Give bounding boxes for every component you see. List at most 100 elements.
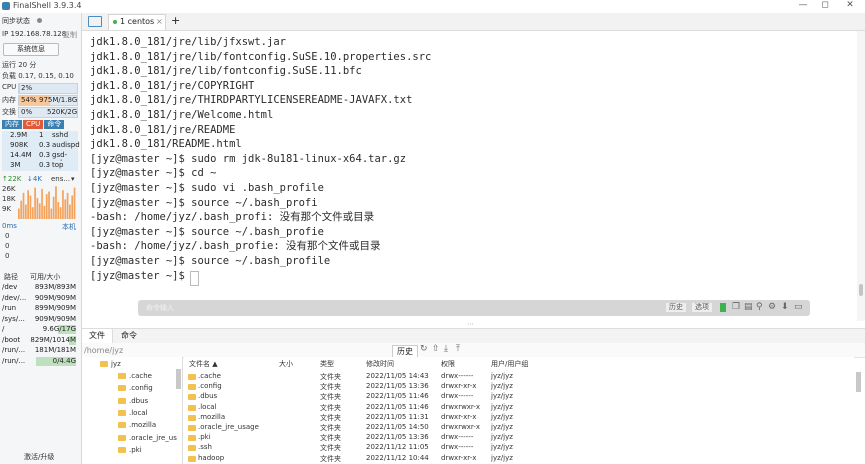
file-row[interactable]: hadoop 文件夹 2022/11/12 10:44 drwxr-xr-x jyz/j…: [184, 454, 854, 464]
process-tab-command[interactable]: 命令: [44, 120, 65, 129]
terminal-output[interactable]: jdk1.8.0_181/jre/lib/jfxswt.jar jdk1.8.0_…: [82, 31, 857, 321]
file-modified: 2022/11/05 13:36: [366, 382, 429, 391]
folder-icon: [188, 404, 196, 411]
command-options-button[interactable]: 选项: [692, 303, 712, 312]
disk-row[interactable]: /sys/... 909M/909M: [1, 315, 77, 324]
file-type: 文件夹: [320, 393, 341, 402]
search-icon[interactable]: ⚲: [756, 302, 763, 312]
tree-node[interactable]: .local: [118, 409, 148, 417]
disk-size: 9.6G/17G: [42, 325, 76, 333]
file-list-scrollbar[interactable]: [856, 372, 861, 392]
terminal-cursor: [190, 271, 199, 286]
up-directory-icon[interactable]: ⇧: [432, 344, 440, 354]
command-history-button[interactable]: 历史: [666, 303, 686, 312]
disk-row[interactable]: / 9.6G/17G: [1, 325, 77, 334]
process-row[interactable]: 14.4M0.3gsd-colo: [2, 151, 78, 167]
file-owner: jyz/jyz: [491, 443, 513, 452]
chevron-down-icon[interactable]: ▾: [71, 175, 75, 183]
column-header-permissions[interactable]: 权限: [441, 359, 455, 369]
terminal-line: [jyz@master ~]$ sudo rm jdk-8u181-linux-…: [90, 152, 407, 165]
file-permissions: drwxr-xr-x: [441, 453, 477, 462]
terminal-line: [jyz@master ~]$ source ~/.bash_profie: [90, 225, 324, 238]
file-row[interactable]: .cache 文件夹 2022/11/05 14:43 drwx------ jyz/j…: [184, 372, 854, 382]
file-row[interactable]: .mozilla 文件夹 2022/11/05 11:31 drwxr-xr-x jyz…: [184, 413, 854, 423]
disk-path: /: [2, 325, 5, 333]
system-info-button[interactable]: 系统信息: [3, 43, 59, 56]
copy-ip-link[interactable]: 复制: [63, 30, 77, 40]
disk-row[interactable]: /run 899M/909M: [1, 304, 77, 313]
tree-node[interactable]: .config: [118, 384, 153, 392]
file-permissions: drwxr-xr-x: [441, 412, 477, 421]
file-modified: 2022/11/05 11:31: [366, 412, 429, 421]
process-tab-memory[interactable]: 内存: [2, 120, 22, 129]
process-row[interactable]: 2.9M 1 sshd: [2, 131, 78, 141]
net-interface-select[interactable]: ens...: [51, 175, 70, 183]
download-icon[interactable]: ⬇: [781, 302, 789, 312]
column-header-size[interactable]: 大小: [279, 359, 293, 369]
close-window-button[interactable]: ✕: [840, 0, 860, 10]
file-row[interactable]: .local 文件夹 2022/11/05 11:46 drwxrwxr-x jyz/j…: [184, 403, 854, 413]
column-header-name[interactable]: 文件名 ▲: [189, 359, 218, 369]
file-row[interactable]: .config 文件夹 2022/11/05 13:36 drwxr-xr-x jyz/…: [184, 382, 854, 392]
file-type: 文件夹: [320, 383, 341, 392]
upload-icon[interactable]: ⤒: [456, 344, 460, 354]
add-tab-button[interactable]: +: [171, 14, 180, 27]
tree-node[interactable]: .dbus: [118, 397, 148, 405]
copy-icon[interactable]: ❐: [732, 302, 740, 312]
network-graph-bar: [57, 202, 60, 219]
tab-files[interactable]: 文件: [82, 329, 113, 343]
file-row[interactable]: .ssh 文件夹 2022/11/12 11:05 drwx------ jyz/jyz: [184, 443, 854, 453]
disk-row[interactable]: /boot 829M/1014M: [1, 335, 77, 345]
close-tab-icon[interactable]: ×: [156, 17, 163, 26]
command-input[interactable]: 命令输入: [146, 303, 174, 313]
file-row[interactable]: .dbus 文件夹 2022/11/05 11:46 drwx------ jyz/jy…: [184, 392, 854, 402]
terminal-scrollbar[interactable]: [857, 31, 865, 321]
file-owner: jyz/jyz: [491, 382, 513, 391]
tree-scroll-thumb[interactable]: [176, 369, 181, 389]
activate-upgrade-link[interactable]: 激活/升级: [24, 452, 54, 462]
paste-icon[interactable]: ▤: [744, 302, 753, 312]
disk-path: /sys/...: [2, 314, 25, 323]
download-icon[interactable]: ⤓: [444, 344, 448, 354]
process-row[interactable]: 3M 0.3 top: [2, 161, 78, 171]
path-input[interactable]: /home/jyz: [84, 346, 123, 355]
disk-row[interactable]: /dev 893M/893M: [1, 283, 77, 292]
window-icon[interactable]: ▭: [794, 302, 803, 312]
minimize-button[interactable]: —: [793, 0, 813, 10]
terminal-line: jdk1.8.0_181/jre/lib/fontconfig.SuSE.11.…: [90, 65, 362, 78]
process-memory: 908K: [10, 141, 28, 149]
tree-node[interactable]: .mozilla: [118, 421, 156, 429]
tree-node[interactable]: .pki: [118, 446, 142, 454]
splitter-handle[interactable]: ⋯: [467, 320, 474, 328]
file-name: .local: [198, 402, 217, 411]
network-graph-bar: [29, 195, 32, 219]
command-input-bar[interactable]: 命令输入 历史 选项 ❐ ▤ ⚲ ⚙ ⬇ ▭: [138, 300, 810, 316]
terminal-line: [jyz@master ~]$ cd ~: [90, 167, 217, 180]
folder-icon: [188, 384, 196, 391]
terminal-scroll-thumb[interactable]: [859, 284, 863, 296]
tree-node[interactable]: .cache: [118, 372, 152, 380]
disk-row[interactable]: /run/... 0/4.4G: [1, 356, 77, 366]
folder-icon: [118, 446, 126, 453]
column-header-modified[interactable]: 修改时间: [366, 359, 394, 369]
column-header-type[interactable]: 类型: [320, 359, 334, 369]
tab-centos[interactable]: 1 centos ×: [108, 14, 166, 30]
maximize-button[interactable]: ◻: [815, 0, 835, 10]
disk-row[interactable]: /dev/... 909M/909M: [1, 294, 77, 303]
swap-value: 520K/2G: [47, 108, 78, 116]
tab-commands[interactable]: 命令: [114, 329, 144, 343]
gear-icon[interactable]: ⚙: [768, 302, 776, 312]
refresh-icon[interactable]: ↻: [420, 344, 428, 354]
folder-open-icon[interactable]: [88, 16, 102, 27]
file-row[interactable]: .pki 文件夹 2022/11/05 13:36 drwx------ jyz/jyz: [184, 433, 854, 443]
tree-node-root[interactable]: jyz: [100, 360, 121, 368]
terminal-line: jdk1.8.0_181/jre/THIRDPARTYLICENSEREADME…: [90, 94, 413, 107]
column-header-owner[interactable]: 用户/用户组: [491, 359, 528, 369]
file-modified: 2022/11/12 11:05: [366, 443, 429, 452]
tree-node[interactable]: .oracle_jre_us: [118, 434, 177, 442]
process-row[interactable]: 908K 0.3 audispd: [2, 141, 80, 151]
process-tab-cpu[interactable]: CPU: [23, 120, 44, 129]
title-bar: FinalShell 3.9.3.4 — ◻ ✕: [0, 0, 865, 13]
file-row[interactable]: .oracle_jre_usage 文件夹 2022/11/05 14:50 drwx…: [184, 423, 854, 433]
disk-row[interactable]: /run/... 181M/181M: [1, 346, 77, 355]
